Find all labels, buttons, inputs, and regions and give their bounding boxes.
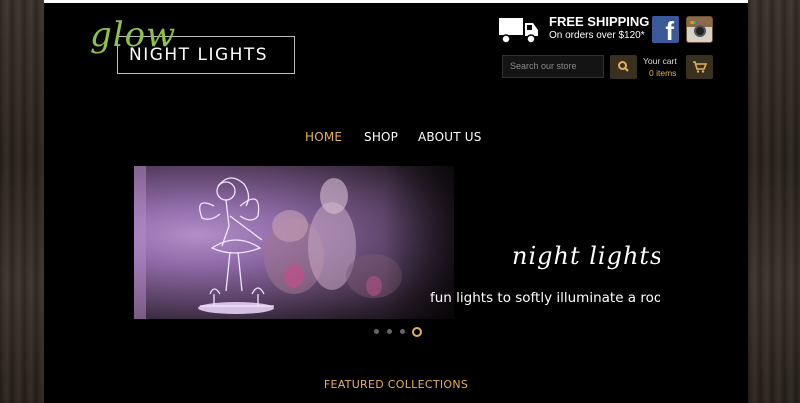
main-nav: HOME SHOP ABOUT US [44, 130, 748, 146]
slide-subtitle: fun lights to softly illuminate a room [430, 290, 660, 306]
site-logo[interactable]: glow NIGHT LIGHTS [90, 15, 300, 81]
search-input[interactable]: Search our store [502, 55, 604, 78]
cart-count[interactable]: 0 items [649, 68, 676, 78]
shipping-subtitle: On orders over $120* [549, 30, 645, 41]
slide-title: night lights [512, 242, 660, 270]
nav-about-us[interactable]: ABOUT US [418, 130, 482, 144]
cart-button[interactable] [686, 55, 713, 79]
wood-border-right [748, 0, 800, 403]
search-icon [618, 61, 629, 72]
instagram-lens [694, 25, 706, 37]
slide-dot-1[interactable] [374, 329, 379, 334]
facebook-icon[interactable]: f [652, 16, 679, 43]
page-container: glow NIGHT LIGHTS FREE SHIPPING On order… [44, 0, 748, 403]
cart-icon [693, 61, 708, 73]
facebook-letter: f [665, 16, 674, 43]
logo-main-text: NIGHT LIGHTS [129, 45, 269, 65]
instagram-stripe [689, 21, 697, 24]
slide-dot-2[interactable] [387, 329, 392, 334]
shipping-title: FREE SHIPPING [549, 14, 650, 29]
truck-icon [499, 18, 538, 44]
instagram-icon[interactable] [686, 16, 713, 43]
search-button[interactable] [610, 55, 637, 79]
wood-border-left [0, 0, 44, 403]
cart-label[interactable]: Your cart [643, 56, 677, 66]
featured-collections-heading: FEATURED COLLECTIONS [323, 378, 469, 391]
nav-shop[interactable]: SHOP [364, 130, 398, 144]
nav-home[interactable]: HOME [305, 130, 342, 144]
slide-dot-3[interactable] [400, 329, 405, 334]
slide-dot-4[interactable] [412, 327, 422, 337]
hero-slideshow[interactable]: night lights fun lights to softly illumi… [134, 166, 660, 319]
slideshow-pagination [372, 327, 432, 337]
